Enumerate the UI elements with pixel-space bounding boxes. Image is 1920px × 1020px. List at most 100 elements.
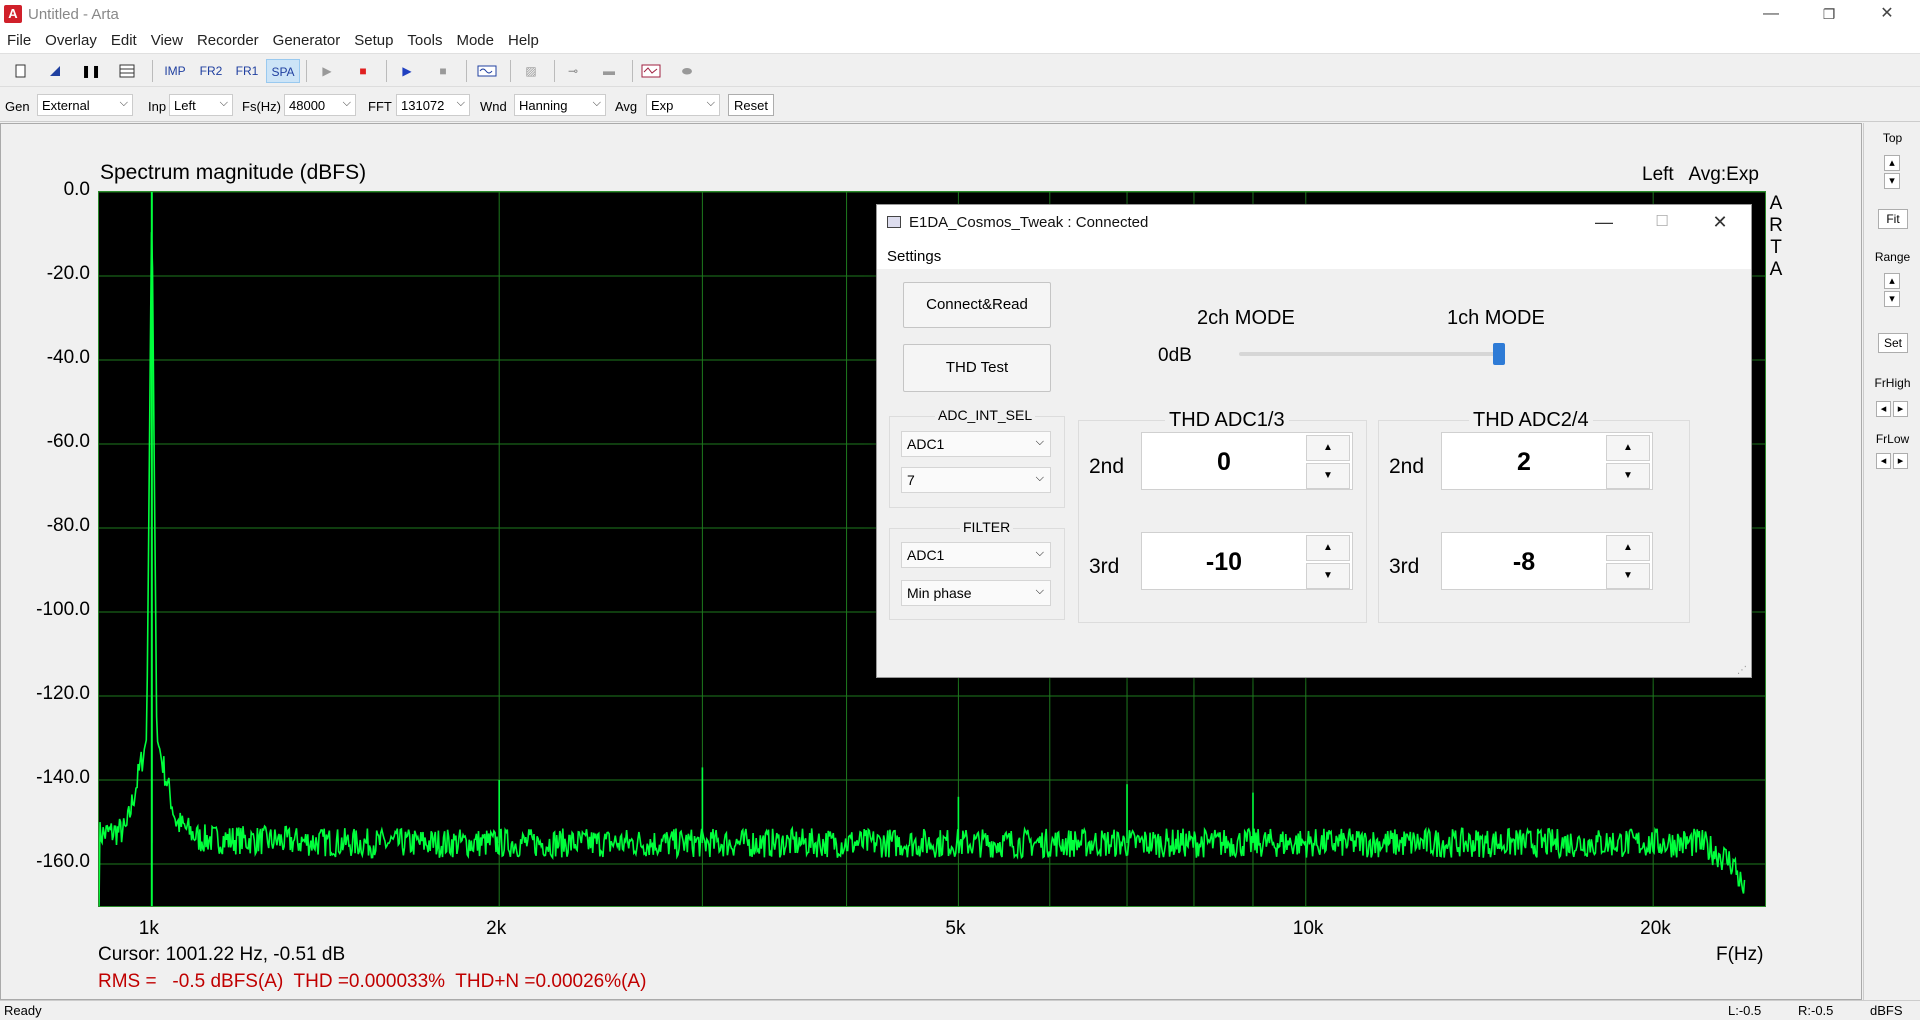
y-tick-label: -40.0 [46,347,90,368]
new-file-icon[interactable] [6,59,36,83]
menu-overlay[interactable]: Overlay [38,28,104,49]
range-up-button[interactable]: ▴ [1884,273,1900,289]
adc-int-sel-group [889,416,1065,508]
adc13-3rd-value[interactable]: -10 [1142,533,1306,591]
imp-button[interactable]: IMP [158,59,192,83]
resize-grip-icon[interactable]: ⋰ [1737,665,1747,676]
fft-select[interactable]: 131072 ⌵ [396,94,470,116]
adc13-2nd-label: 2nd [1089,455,1125,478]
table-icon[interactable] [112,59,142,83]
spa-button[interactable]: SPA [266,59,300,83]
y-tick-label: -160.0 [36,851,90,872]
top-down-button[interactable]: ▾ [1884,173,1900,189]
adc24-3rd-value[interactable]: -8 [1442,533,1606,591]
open-file-icon[interactable] [40,59,70,83]
filter-phase-select[interactable]: Min phase ⌵ [901,580,1051,606]
y-tick-label: -60.0 [46,431,90,452]
close-button[interactable]: ✕ [1858,0,1916,28]
avg-label: Avg [615,99,638,114]
adc13-3rd-down-button[interactable]: ▼ [1306,563,1350,589]
adc13-3rd-up-button[interactable]: ▲ [1306,535,1350,561]
x-tick-label: 5k [945,918,966,939]
pause-icon[interactable]: ❚❚ [76,59,106,83]
stop-gray-icon[interactable]: ■ [428,59,458,83]
top-up-button[interactable]: ▴ [1884,155,1900,171]
filter-adc-select[interactable]: ADC1 ⌵ [901,542,1051,568]
menu-view[interactable]: View [144,28,190,49]
adc13-2nd-spinbox[interactable]: 0 ▲ ▼ [1141,432,1353,490]
meter-icon[interactable]: ▬ [594,59,624,83]
frlow-left-button[interactable]: ◂ [1876,453,1891,469]
scope-icon[interactable] [636,59,666,83]
adc-int-sel-index-select[interactable]: 7 ⌵ [901,467,1051,493]
inp-label: Inp [148,99,167,114]
menu-recorder[interactable]: Recorder [190,28,266,49]
menu-generator[interactable]: Generator [266,28,348,49]
range-down-button[interactable]: ▾ [1884,291,1900,307]
gen-select[interactable]: External ⌵ [37,94,133,116]
adc13-2nd-down-button[interactable]: ▼ [1306,463,1350,489]
thd-test-button[interactable]: THD Test [903,344,1051,392]
adc24-2nd-down-button[interactable]: ▼ [1606,463,1650,489]
adc-int-sel-select[interactable]: ADC1 ⌵ [901,431,1051,457]
mode-slider-thumb[interactable] [1493,343,1505,365]
menu-mode[interactable]: Mode [449,28,501,49]
adc13-2nd-up-button[interactable]: ▲ [1306,435,1350,461]
dialog-close-button[interactable]: ✕ [1691,205,1749,239]
avg-select[interactable]: Exp ⌵ [646,94,720,116]
wnd-label: Wnd [480,99,507,114]
adc24-2nd-spinbox[interactable]: 2 ▲ ▼ [1441,432,1653,490]
frhigh-left-button[interactable]: ◂ [1876,401,1891,417]
minimize-button[interactable]: — [1742,0,1800,28]
filter-adc-value: ADC1 [907,547,945,563]
stop-icon[interactable]: ■ [348,59,378,83]
inp-select[interactable]: Left ⌵ [169,94,233,116]
thd-adc24-label: THD ADC2/4 [1469,409,1593,432]
set-button[interactable]: Set [1878,333,1908,353]
y-tick-label: -80.0 [46,515,90,536]
menu-help[interactable]: Help [501,28,546,49]
adc-int-sel-index-value: 7 [907,472,915,488]
menu-tools[interactable]: Tools [400,28,449,49]
play-blue-icon[interactable]: ▶ [392,59,422,83]
frlow-right-button[interactable]: ▸ [1893,453,1908,469]
adc13-2nd-value[interactable]: 0 [1142,433,1306,491]
plot-title: Spectrum magnitude (dBFS) [100,161,367,184]
generator-icon[interactable] [472,59,502,83]
filter-icon[interactable]: ▨ [516,59,546,83]
connect-read-button[interactable]: Connect&Read [903,282,1051,328]
range-label: Range [1874,250,1911,264]
menu-setup[interactable]: Setup [347,28,400,49]
dialog-minimize-button[interactable]: — [1575,205,1633,239]
menu-settings[interactable]: Settings [887,248,941,265]
probe-icon[interactable]: ⊸ [558,59,588,83]
wnd-select[interactable]: Hanning ⌵ [514,94,606,116]
menu-edit[interactable]: Edit [104,28,144,49]
fr2-button[interactable]: FR2 [194,59,228,83]
fr1-button[interactable]: FR1 [230,59,264,83]
menu-file[interactable]: File [0,28,38,49]
adc24-3rd-up-button[interactable]: ▲ [1606,535,1650,561]
chevron-down-icon: ⌵ [456,97,465,109]
adc24-3rd-spinbox[interactable]: -8 ▲ ▼ [1441,532,1653,590]
adc13-3rd-label: 3rd [1089,555,1120,578]
plot-channel-info: Left Avg:Exp [1642,164,1759,185]
record-icon[interactable]: ⬬ [672,59,702,83]
dialog-maximize-button[interactable]: ☐ [1633,205,1691,239]
parameter-bar: Gen External ⌵ Inp Left ⌵ Fs(Hz) 48000 ⌵ FF… [0,88,1920,122]
mode-1ch-label: 1ch MODE [1447,307,1545,329]
play-icon[interactable]: ▶ [312,59,342,83]
wnd-value: Hanning [519,98,568,113]
fit-button[interactable]: Fit [1878,209,1908,229]
restore-button[interactable]: ❐ [1800,0,1858,28]
mode-slider-track[interactable] [1239,352,1499,356]
adc24-2nd-up-button[interactable]: ▲ [1606,435,1650,461]
adc13-3rd-spinbox[interactable]: -10 ▲ ▼ [1141,532,1353,590]
frhigh-right-button[interactable]: ▸ [1893,401,1908,417]
fs-label: Fs(Hz) [242,99,281,114]
adc24-2nd-value[interactable]: 2 [1442,433,1606,491]
reset-button[interactable]: Reset [728,94,774,116]
fs-select[interactable]: 48000 ⌵ [284,94,356,116]
x-tick-label: 2k [486,918,507,939]
adc24-3rd-down-button[interactable]: ▼ [1606,563,1650,589]
